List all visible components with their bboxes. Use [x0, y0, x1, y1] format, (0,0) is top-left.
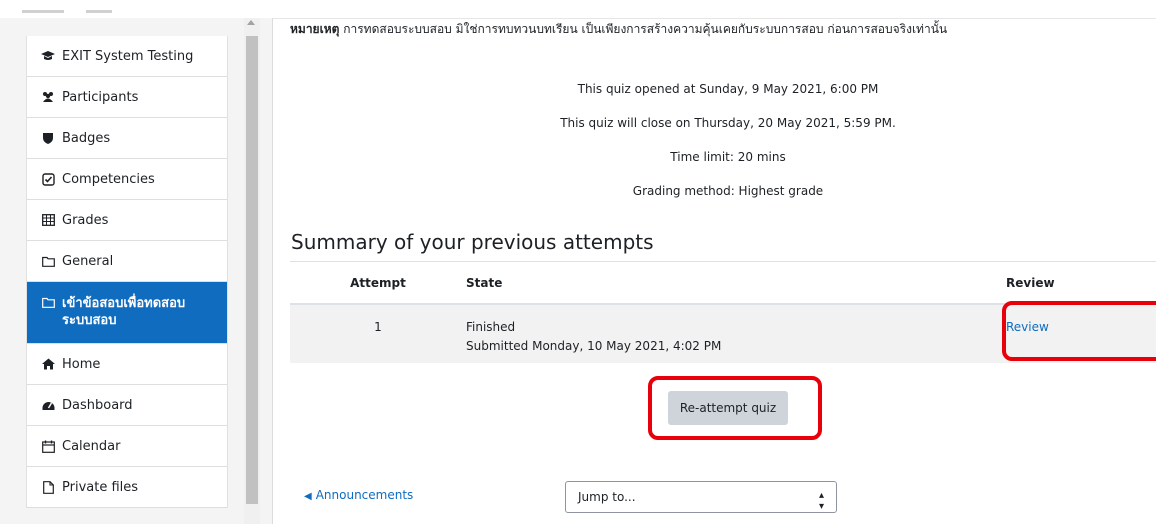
main-content: หมายเหตุ การทดสอบระบบสอบ มิใช่การทบทวนบท… — [290, 18, 1156, 524]
submitted-time: Submitted Monday, 10 May 2021, 4:02 PM — [466, 339, 722, 353]
scrollbar-thumb[interactable] — [246, 36, 258, 504]
users-icon — [41, 90, 55, 104]
quiz-opened-info: This quiz opened at Sunday, 9 May 2021, … — [577, 82, 879, 96]
nav-item-current-section[interactable]: เข้าข้อสอบเพื่อทดสอบระบบสอบ — [27, 282, 227, 344]
nav-item-participants[interactable]: Participants — [27, 77, 227, 118]
reattempt-highlight-box — [648, 376, 822, 440]
quiz-close-info: This quiz will close on Thursday, 20 May… — [560, 116, 896, 130]
quiz-note: หมายเหตุ การทดสอบระบบสอบ มิใช่การทบทวนบท… — [290, 20, 947, 39]
nav-item-label: Calendar — [62, 438, 121, 454]
left-triangle-icon: ◀ — [304, 491, 312, 502]
jump-to-select[interactable]: Jump to... ▴ ▾ — [565, 481, 837, 513]
state-text: Finished Submitted Monday, 10 May 2021, … — [466, 305, 1006, 356]
folder-icon — [41, 254, 55, 268]
nav-item-grades[interactable]: Grades — [27, 200, 227, 241]
nav-item-label: EXIT System Testing — [62, 48, 194, 64]
top-bar — [0, 0, 1156, 19]
nav-drawer: EXIT System Testing Participants Badges … — [0, 18, 273, 524]
table-icon — [41, 213, 55, 227]
select-arrows-icon: ▴ ▾ — [818, 490, 824, 512]
nav-item-competencies[interactable]: Competencies — [27, 159, 227, 200]
home-icon — [41, 357, 55, 371]
column-header-state: State — [466, 261, 1006, 305]
note-label: หมายเหตุ — [290, 22, 340, 36]
summary-heading: Summary of your previous attempts — [291, 230, 654, 254]
state-value: Finished — [466, 320, 516, 334]
nav-item-dashboard[interactable]: Dashboard — [27, 385, 227, 426]
dashboard-icon — [41, 398, 55, 412]
nav-item-label: เข้าข้อสอบเพื่อทดสอบระบบสอบ — [62, 296, 186, 328]
attempt-cell: 1 — [290, 304, 466, 363]
course-nav: EXIT System Testing Participants Badges … — [26, 36, 228, 508]
review-highlight-box — [1002, 301, 1156, 361]
table-header-row: Attempt State Review — [290, 261, 1156, 305]
nav-item-home[interactable]: Home — [27, 344, 227, 385]
check-square-icon — [41, 172, 55, 186]
time-limit-info: Time limit: 20 mins — [670, 150, 786, 164]
column-header-review: Review — [1006, 261, 1156, 305]
nav-item-label: Participants — [62, 89, 139, 105]
nav-item-badges[interactable]: Badges — [27, 118, 227, 159]
jump-to-value: Jump to... — [578, 490, 636, 504]
calendar-icon — [41, 439, 55, 453]
state-cell: Finished Submitted Monday, 10 May 2021, … — [466, 304, 1006, 363]
nav-item-label: Badges — [62, 130, 111, 146]
nav-item-label: Competencies — [62, 171, 155, 187]
column-header-attempt: Attempt — [290, 261, 466, 305]
nav-item-label: Grades — [62, 212, 109, 228]
nav-item-calendar[interactable]: Calendar — [27, 426, 227, 467]
top-tab-indicator — [86, 10, 112, 13]
shield-icon — [41, 131, 55, 145]
attempt-number: 1 — [374, 320, 382, 334]
graduation-cap-icon — [41, 49, 55, 63]
folder-icon — [41, 295, 55, 309]
nav-item-general[interactable]: General — [27, 241, 227, 282]
grading-method-info: Grading method: Highest grade — [632, 184, 824, 198]
nav-item-label: Dashboard — [62, 397, 133, 413]
file-icon — [41, 480, 55, 494]
previous-activity-link[interactable]: ◀ Announcements — [304, 488, 413, 502]
drawer-scrollbar[interactable] — [244, 18, 260, 524]
nav-item-private-files[interactable]: Private files — [27, 467, 227, 508]
top-tab-indicator — [22, 10, 64, 13]
nav-item-label: General — [62, 253, 114, 269]
nav-item-label: Home — [62, 356, 101, 372]
note-text: การทดสอบระบบสอบ มิใช่การทบทวนบทเรียน เป็… — [339, 22, 948, 36]
nav-item-course[interactable]: EXIT System Testing — [27, 36, 227, 77]
scroll-up-arrow-icon[interactable] — [247, 20, 255, 25]
previous-activity-label: Announcements — [315, 488, 414, 502]
nav-item-label: Private files — [62, 479, 139, 495]
